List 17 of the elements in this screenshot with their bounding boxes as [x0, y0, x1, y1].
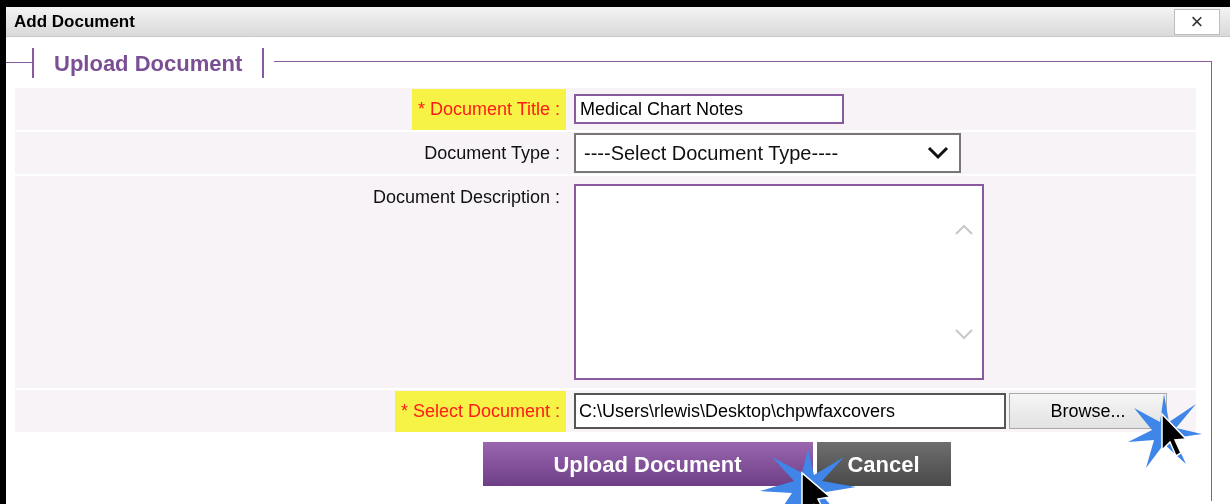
scroll-up-icon[interactable] — [954, 224, 974, 236]
upload-button[interactable]: Upload Document — [482, 442, 813, 486]
browse-button[interactable]: Browse... — [1009, 393, 1167, 429]
field-label: Document Type : — [423, 141, 561, 165]
title-input[interactable]: Medical Chart Notes — [574, 94, 844, 124]
field-label: * Document Title : — [411, 88, 566, 130]
field-label: Document Description : — [371, 186, 561, 209]
field-label: * Select Document : — [394, 390, 566, 432]
section-legend: Upload Document — [54, 46, 243, 80]
window-title: Add Document — [14, 10, 135, 33]
file-path-field[interactable]: C:\Users\rlewis\Desktop\chpwfaxcovers — [574, 393, 1006, 429]
cancel-button[interactable]: Cancel — [816, 442, 951, 486]
type-dropdown[interactable]: ----Select Document Type---- — [574, 133, 961, 173]
chevron-down-icon — [927, 146, 949, 160]
description-textarea[interactable] — [574, 184, 984, 380]
close-button[interactable]: × — [1174, 8, 1220, 35]
scroll-down-icon[interactable] — [954, 328, 974, 340]
